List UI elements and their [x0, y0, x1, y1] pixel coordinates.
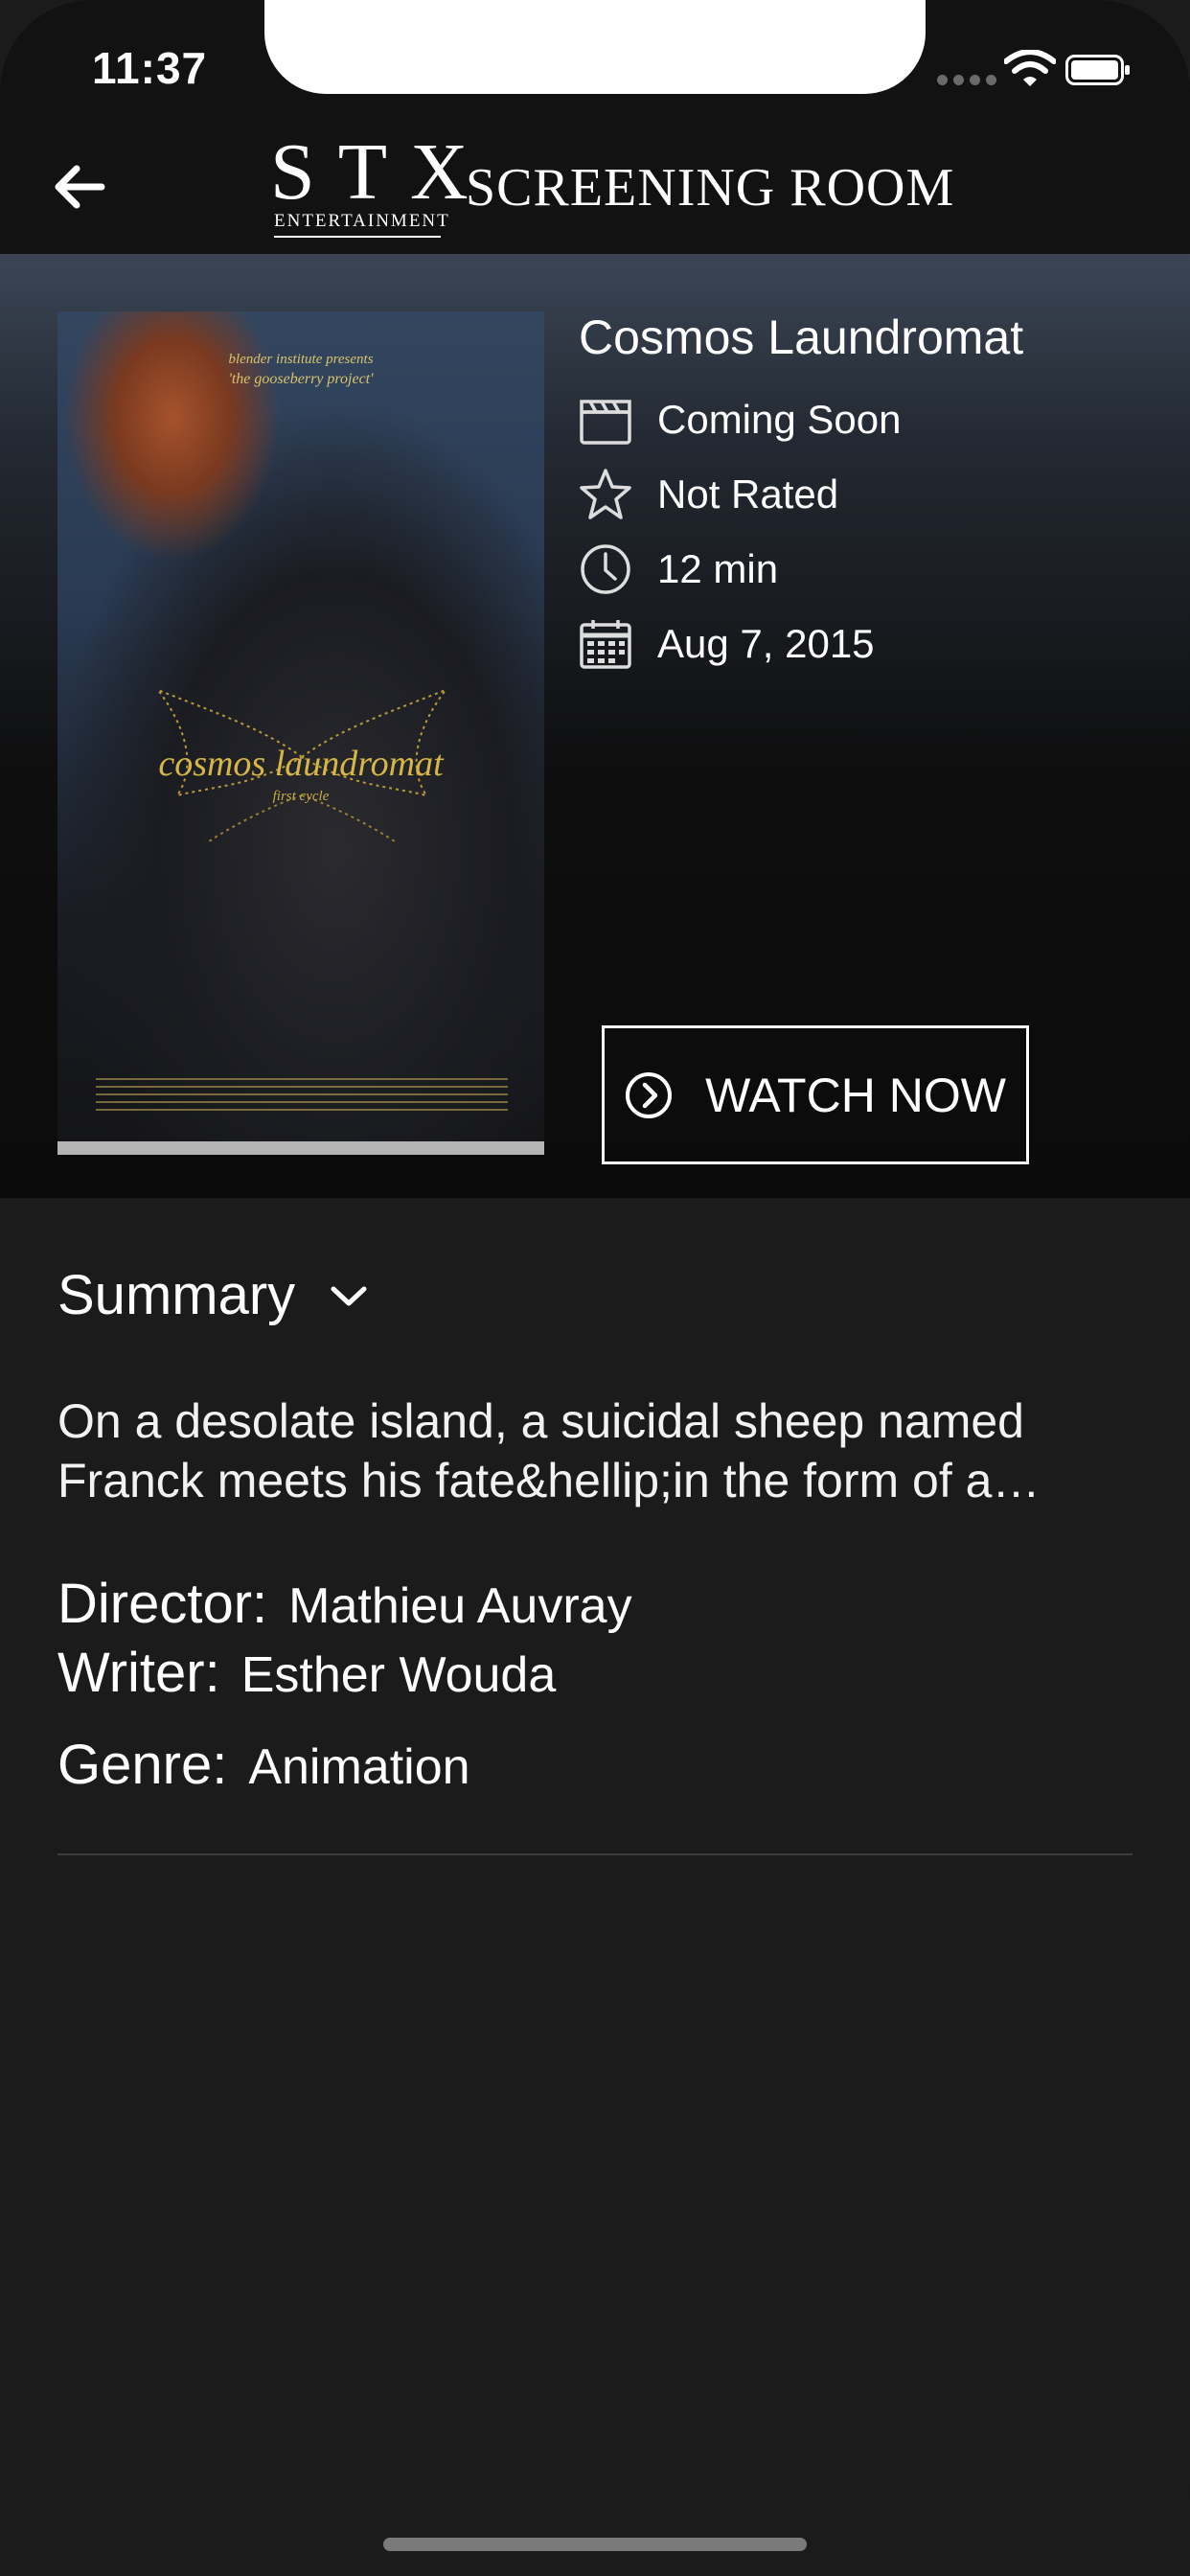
film-title: Cosmos Laundromat: [579, 310, 1024, 364]
meta-rating: Not Rated: [579, 468, 838, 521]
signal-icon: [937, 75, 996, 85]
status-time: 11:37: [92, 43, 208, 93]
calendar-icon: [580, 620, 631, 669]
summary-toggle[interactable]: Summary: [57, 1263, 370, 1327]
meta-status: Coming Soon: [579, 393, 901, 447]
director-label: Director:: [57, 1573, 268, 1635]
home-indicator[interactable]: [383, 2538, 807, 2551]
film-release-date: Aug 7, 2015: [657, 621, 875, 666]
genre-value: Animation: [248, 1739, 470, 1795]
chevron-down-icon: [331, 1286, 367, 1305]
genre-label: Genre:: [57, 1734, 228, 1796]
director-value: Mathieu Auvray: [288, 1578, 632, 1634]
star-icon: [580, 469, 631, 519]
film-hero: blender institute presents 'the gooseber…: [0, 254, 1190, 1198]
divider: [57, 1853, 1133, 1855]
chevron-circle-right-icon: [626, 1071, 673, 1118]
film-runtime: 12 min: [657, 546, 779, 591]
screen: 11:37 STX ENTERTAINMENT SCREENING ROOM b…: [0, 0, 1190, 2576]
film-poster: blender institute presents 'the gooseber…: [57, 311, 544, 1155]
watch-now-label: WATCH NOW: [705, 1068, 1006, 1122]
writer-value: Esther Wouda: [240, 1647, 557, 1703]
logo-screening-room: SCREENING ROOM: [466, 158, 955, 218]
logo-entertainment: ENTERTAINMENT: [274, 211, 448, 238]
poster-subtitle: first cycle: [272, 789, 330, 804]
watch-now-button[interactable]: WATCH NOW: [602, 1025, 1029, 1164]
poster-title: cosmos laundromat: [158, 744, 444, 784]
genre-row: Genre: Animation: [57, 1733, 470, 1797]
clapperboard-icon: [580, 400, 631, 445]
back-arrow-icon[interactable]: [52, 163, 105, 211]
summary-text: On a desolate island, a suicidal sheep n…: [57, 1394, 1041, 1507]
writer-row: Writer: Esther Wouda: [57, 1641, 556, 1705]
poster-project: 'the gooseberry project': [228, 371, 374, 387]
app-header: STX ENTERTAINMENT SCREENING ROOM: [0, 125, 1190, 254]
director-row: Director: Mathieu Auvray: [57, 1572, 632, 1636]
poster-credits-block: [96, 1078, 508, 1116]
film-rating: Not Rated: [657, 472, 839, 517]
summary-label: Summary: [57, 1264, 296, 1326]
battery-icon: [1065, 55, 1130, 85]
logo-stx: STX: [270, 127, 492, 217]
writer-label: Writer:: [57, 1642, 220, 1704]
clock-icon: [581, 544, 630, 594]
notch: [264, 0, 926, 94]
film-status: Coming Soon: [657, 397, 902, 442]
status-bar: 11:37: [0, 0, 1190, 125]
meta-release: Aug 7, 2015: [579, 617, 875, 671]
poster-presents: blender institute presents: [228, 352, 374, 367]
meta-runtime: 12 min: [579, 542, 778, 596]
wifi-icon: [1004, 50, 1056, 86]
